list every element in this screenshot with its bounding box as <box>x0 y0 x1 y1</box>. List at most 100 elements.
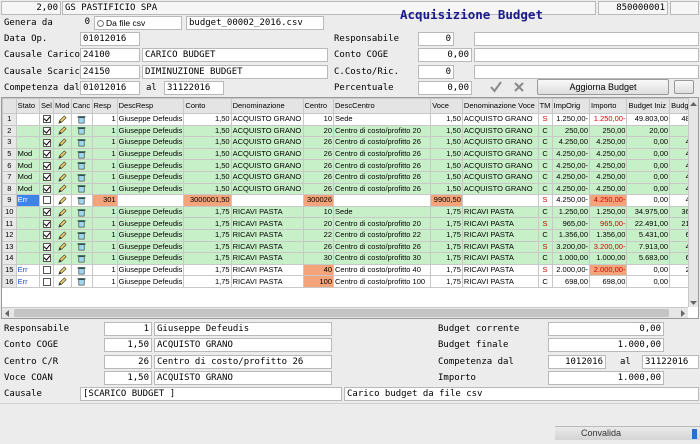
detail-competenza-to[interactable]: 31122016 <box>642 355 699 369</box>
edit-icon[interactable] <box>52 113 72 126</box>
delete-icon[interactable] <box>70 124 93 138</box>
table-row[interactable]: 2 1 Giuseppe Defeudis 1,50 ACQUISTO GRANO 20 C… <box>2 124 698 138</box>
detail-importo-field[interactable]: 1.000,00 <box>548 371 664 385</box>
confirm-check-icon[interactable] <box>489 80 503 94</box>
note-field[interactable]: Carico budget da file csv <box>344 387 699 401</box>
delete-icon[interactable] <box>70 205 93 219</box>
table-row[interactable]: 8 Mod 1 Giuseppe Defeudis 1,50 ACQUISTO GRANO… <box>2 182 698 196</box>
detail-voce-code[interactable]: 1,50 <box>104 371 152 385</box>
table-row[interactable]: 14 1 Giuseppe Defeudis 1,75 RICAVI PASTA 30 Ce… <box>2 252 698 265</box>
column-header[interactable]: Denominazione Voce <box>461 98 539 114</box>
table-row[interactable]: 1 1 Giuseppe Defeudis 1,50 ACQUISTO GRANO 10 S… <box>2 113 698 126</box>
delete-icon[interactable] <box>70 182 93 196</box>
column-header[interactable]: Resp <box>91 98 118 114</box>
detail-causale-field[interactable]: [SCARICO BUDGET ] <box>80 387 342 401</box>
causale-carico-code[interactable]: 24100 <box>80 48 140 62</box>
sel-checkbox[interactable] <box>39 240 54 254</box>
checkbox-icon[interactable] <box>42 242 51 251</box>
sel-checkbox[interactable] <box>39 205 54 219</box>
checkbox-icon[interactable] <box>42 115 51 124</box>
edit-icon[interactable] <box>52 194 72 207</box>
detail-conto-coge-code[interactable]: 1,50 <box>104 338 152 352</box>
sel-checkbox[interactable] <box>39 136 54 149</box>
checkbox-icon[interactable] <box>42 219 51 228</box>
delete-icon[interactable] <box>70 275 93 288</box>
sel-checkbox[interactable] <box>39 217 54 230</box>
delete-icon[interactable] <box>70 147 93 161</box>
checkbox-icon[interactable] <box>42 173 51 182</box>
table-row[interactable]: 5 Mod 1 Giuseppe Defeudis 1,50 ACQUISTO GRANO… <box>2 147 698 161</box>
percentuale-field[interactable]: 0,00 <box>418 81 472 95</box>
sel-checkbox[interactable] <box>39 275 54 288</box>
column-header[interactable]: DescResp <box>116 98 185 114</box>
extra-button[interactable] <box>674 80 694 94</box>
edit-icon[interactable] <box>52 263 72 277</box>
table-row[interactable]: 13 1 Giuseppe Defeudis 1,75 RICAVI PASTA 26 Ce… <box>2 240 698 254</box>
column-header[interactable] <box>2 98 17 114</box>
sel-checkbox[interactable] <box>39 124 54 138</box>
column-header[interactable]: Stato <box>15 98 41 114</box>
checkbox-icon[interactable] <box>42 138 51 147</box>
table-row[interactable]: 6 Mod 1 Giuseppe Defeudis 1,50 ACQUISTO GRANO… <box>2 159 698 172</box>
column-header[interactable]: Conto <box>183 98 232 114</box>
da-file-csv-option[interactable]: Da file csv <box>94 16 182 30</box>
data-op-field[interactable]: 01012016 <box>80 32 140 46</box>
delete-icon[interactable] <box>70 252 93 265</box>
sel-checkbox[interactable] <box>39 252 54 265</box>
edit-icon[interactable] <box>52 136 72 149</box>
checkbox-icon[interactable] <box>42 184 51 193</box>
edit-icon[interactable] <box>52 228 72 242</box>
checkbox-icon[interactable] <box>42 126 51 135</box>
checkbox-icon[interactable] <box>42 231 51 240</box>
table-row[interactable]: 3 1 Giuseppe Defeudis 1,50 ACQUISTO GRANO 26 C… <box>2 136 698 149</box>
table-row[interactable]: 9 Err 301 3000001,50 300026 9900,50 S 4.250,00-… <box>2 194 698 207</box>
checkbox-icon[interactable] <box>42 196 51 205</box>
scroll-down-icon[interactable] <box>690 299 697 305</box>
edit-icon[interactable] <box>52 275 72 288</box>
horizontal-scrollbar[interactable] <box>2 307 688 318</box>
scroll-up-icon[interactable] <box>690 100 697 106</box>
delete-icon[interactable] <box>70 228 93 242</box>
edit-icon[interactable] <box>52 159 72 172</box>
checkbox-icon[interactable] <box>42 266 51 275</box>
checkbox-icon[interactable] <box>42 161 51 170</box>
column-header[interactable]: Voce <box>430 98 463 114</box>
column-header[interactable]: ImpOrig <box>551 98 591 114</box>
delete-icon[interactable] <box>70 217 93 230</box>
edit-icon[interactable] <box>52 170 72 184</box>
edit-icon[interactable] <box>52 205 72 219</box>
delete-icon[interactable] <box>70 113 93 126</box>
column-header[interactable]: Sel <box>39 98 54 114</box>
column-header[interactable]: Budget Iniz <box>626 98 671 114</box>
delete-icon[interactable] <box>70 240 93 254</box>
sel-checkbox[interactable] <box>39 263 54 277</box>
table-row[interactable]: 11 1 Giuseppe Defeudis 1,75 RICAVI PASTA 20 Ce… <box>2 217 698 230</box>
ccosto-field[interactable]: 0 <box>418 65 454 79</box>
column-header[interactable]: TM <box>537 98 553 114</box>
vertical-scrollbar[interactable] <box>688 98 698 307</box>
column-header[interactable]: Canc <box>70 98 93 114</box>
sel-checkbox[interactable] <box>39 170 54 184</box>
checkbox-icon[interactable] <box>42 277 51 286</box>
competenza-from-field[interactable]: 01012016 <box>80 81 140 95</box>
conto-coge-field[interactable]: 0,00 <box>418 48 472 62</box>
responsabile-field[interactable]: 0 <box>418 32 454 46</box>
column-header[interactable]: Denominazione <box>230 98 304 114</box>
detail-responsabile-code[interactable]: 1 <box>104 322 152 336</box>
edit-icon[interactable] <box>52 217 72 230</box>
sel-checkbox[interactable] <box>39 113 54 126</box>
sel-checkbox[interactable] <box>39 228 54 242</box>
table-row[interactable]: 12 1 Giuseppe Defeudis 1,75 RICAVI PASTA 22 Ce… <box>2 228 698 242</box>
delete-icon[interactable] <box>70 263 93 277</box>
causale-scarico-code[interactable]: 24150 <box>80 65 140 79</box>
column-header[interactable]: Mod <box>52 98 72 114</box>
table-row[interactable]: 7 Mod 1 Giuseppe Defeudis 1,50 ACQUISTO GRANO… <box>2 170 698 184</box>
column-header[interactable]: Centro <box>302 98 335 114</box>
delete-icon[interactable] <box>70 136 93 149</box>
edit-icon[interactable] <box>52 147 72 161</box>
checkbox-icon[interactable] <box>42 208 51 217</box>
scroll-left-icon[interactable] <box>4 310 10 317</box>
delete-icon[interactable] <box>70 159 93 172</box>
column-header[interactable]: Importo <box>588 98 628 114</box>
column-header[interactable]: DescCentro <box>333 98 432 114</box>
